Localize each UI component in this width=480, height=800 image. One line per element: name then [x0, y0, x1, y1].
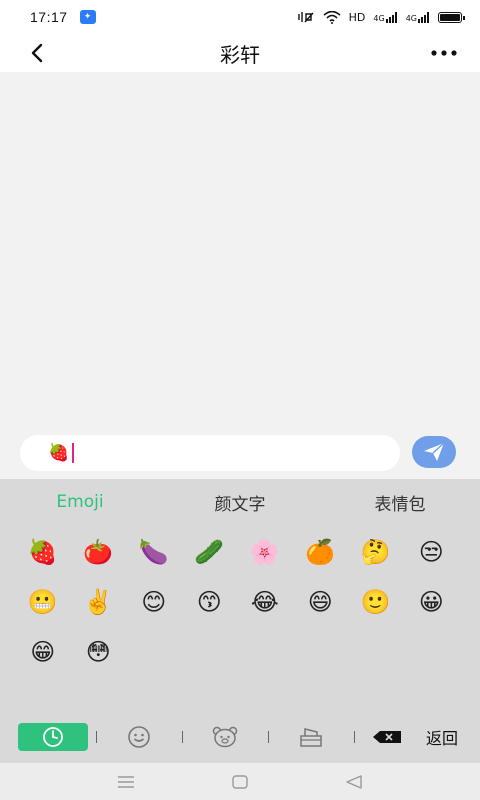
back-system-button[interactable] — [338, 769, 370, 795]
emoji-panel: Emoji 颜文字 表情包 🍓 🍅 🍆 🥒 🌸 🍊 🤔 😒 😬 ✌️ 😊 😙 😂 😄 🙂 😀 😁 😳 — [0, 479, 480, 763]
emoji-item[interactable]: 🥒 — [182, 527, 238, 577]
toolbar-divider — [268, 731, 269, 743]
emoji-item[interactable]: 😂 — [237, 577, 293, 627]
signal-2-label: 4G — [405, 13, 417, 23]
tab-emoji[interactable]: Emoji — [0, 492, 160, 512]
tab-kaomoji[interactable]: 颜文字 — [160, 490, 320, 515]
top-nav: 彩轩 — [0, 34, 480, 72]
smiley-category-button[interactable] — [124, 723, 154, 751]
emoji-item[interactable]: 😒 — [404, 527, 460, 577]
tab-stickers[interactable]: 表情包 — [320, 490, 480, 515]
bear-category-button[interactable] — [210, 723, 240, 751]
more-button[interactable] — [428, 38, 460, 68]
emoji-item[interactable]: 🌸 — [237, 527, 293, 577]
hd-label: HD — [348, 10, 366, 24]
home-square-icon — [232, 775, 248, 789]
send-button[interactable] — [412, 436, 456, 468]
bear-icon — [212, 726, 238, 748]
recent-emoji-button[interactable] — [18, 723, 88, 751]
message-input-value: 🍓 — [48, 443, 70, 463]
emoji-item[interactable]: 🍅 — [71, 527, 127, 577]
clock-icon — [43, 727, 63, 747]
toolbar-divider — [354, 731, 355, 743]
emoji-item[interactable]: 🍆 — [126, 527, 182, 577]
emoji-item[interactable]: 😀 — [404, 577, 460, 627]
emoji-item[interactable]: 😬 — [15, 577, 71, 627]
return-button[interactable]: 返回 — [426, 725, 458, 749]
menu-button[interactable] — [110, 769, 142, 795]
status-time: 17:17 — [30, 9, 68, 25]
more-dots-icon — [431, 50, 457, 56]
emoji-toolbar: 返回 — [0, 721, 480, 753]
emoji-item[interactable]: 😁 — [15, 627, 71, 677]
cake-icon — [300, 728, 322, 747]
toolbar-divider — [182, 731, 183, 743]
emoji-item[interactable]: 😳 — [71, 627, 127, 677]
signal-strength-1: 4G — [373, 11, 397, 23]
back-button[interactable] — [22, 38, 52, 68]
signal-strength-2: 4G — [405, 11, 430, 23]
chat-message-area[interactable] — [0, 72, 480, 427]
status-bar: 17:17 ✦ HD 4G 4G — [0, 0, 480, 34]
wifi-icon — [323, 10, 341, 24]
system-navigation-bar — [0, 763, 480, 800]
emoji-grid: 🍓 🍅 🍆 🥒 🌸 🍊 🤔 😒 😬 ✌️ 😊 😙 😂 😄 🙂 😀 😁 😳 — [0, 527, 480, 677]
signal-icon — [385, 11, 397, 23]
emoji-item[interactable]: 🍊 — [293, 527, 349, 577]
emoji-item[interactable]: 😄 — [293, 577, 349, 627]
emoji-item[interactable]: 🍓 — [15, 527, 71, 577]
emoji-item[interactable]: 🙂 — [348, 577, 404, 627]
message-input-row: 🍓 — [0, 427, 480, 479]
send-icon — [424, 442, 445, 461]
sticker-category-button[interactable] — [296, 723, 326, 751]
smiley-icon — [128, 726, 150, 748]
text-caret — [72, 443, 75, 463]
chevron-left-icon — [31, 43, 43, 63]
emoji-item[interactable]: ✌️ — [71, 577, 127, 627]
message-input[interactable]: 🍓 — [20, 435, 400, 471]
emoji-item[interactable]: 😙 — [182, 577, 238, 627]
emoji-panel-tabs: Emoji 颜文字 表情包 — [0, 479, 480, 525]
triangle-back-icon — [346, 775, 362, 789]
menu-lines-icon — [118, 776, 134, 788]
delete-button[interactable] — [370, 723, 404, 751]
page-title: 彩轩 — [220, 42, 260, 67]
toolbar-divider — [96, 731, 97, 743]
battery-icon — [438, 11, 465, 23]
delete-icon — [373, 731, 401, 743]
emoji-item[interactable]: 😊 — [126, 577, 182, 627]
mute-vibrate-icon — [297, 12, 314, 23]
notification-icon: ✦ — [79, 10, 96, 24]
emoji-item[interactable]: 🤔 — [348, 527, 404, 577]
signal-icon — [418, 11, 429, 23]
signal-1-label: 4G — [373, 13, 385, 23]
home-button[interactable] — [224, 769, 256, 795]
